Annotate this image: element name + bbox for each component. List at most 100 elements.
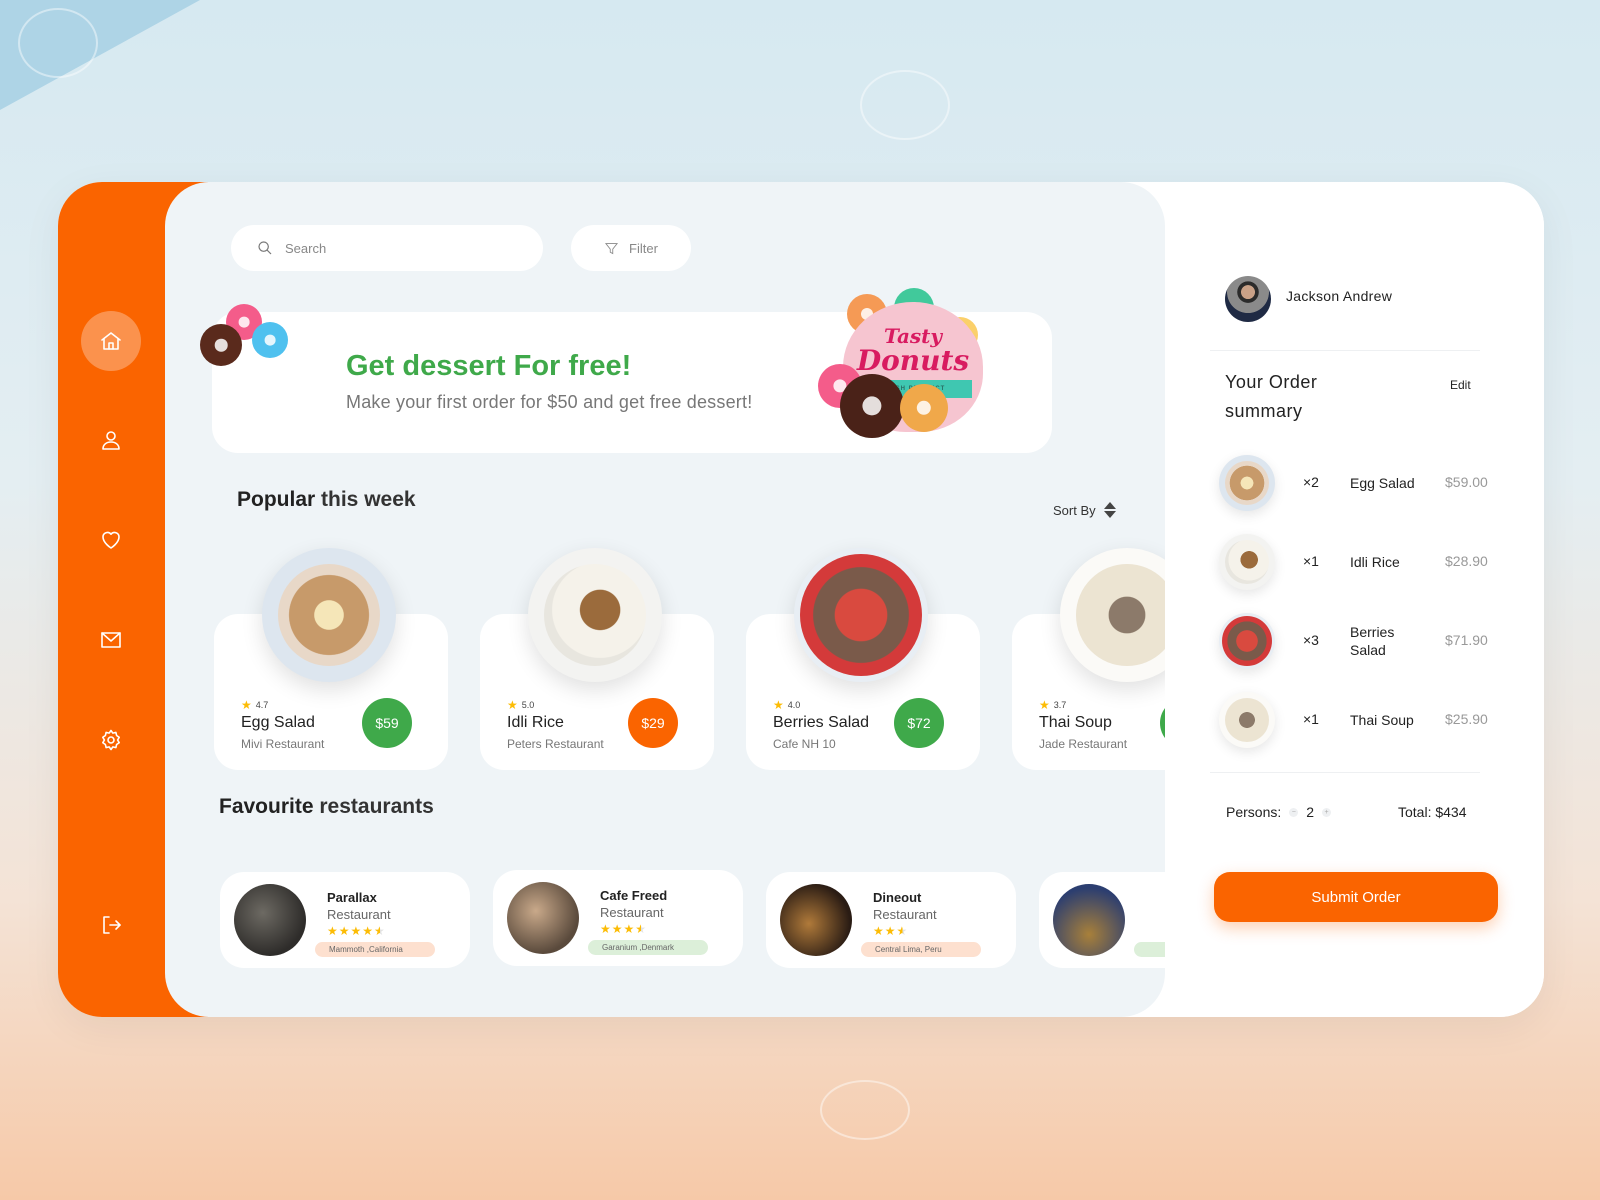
- popular-section-title: Popular this week: [237, 488, 416, 512]
- order-item-price: $25.90: [1445, 711, 1488, 727]
- search-bar[interactable]: [231, 225, 543, 271]
- logout-icon: [103, 916, 121, 934]
- badge-line-2: Donuts: [856, 344, 970, 377]
- background-doodle: [820, 1080, 910, 1140]
- search-input[interactable]: [285, 240, 515, 256]
- order-item: ×1 Idli Rice $28.90: [1219, 534, 1519, 594]
- sort-by-button[interactable]: Sort By: [1053, 502, 1116, 518]
- submit-order-button[interactable]: Submit Order: [1214, 872, 1498, 922]
- order-item: ×2 Egg Salad $59.00: [1219, 455, 1519, 515]
- price-button[interactable]: $72: [894, 698, 944, 748]
- donut-glazed-decoration: [900, 384, 948, 432]
- title-bold: Favourite: [219, 795, 314, 818]
- egg-salad-image: [262, 548, 396, 682]
- order-item-price: $71.90: [1445, 632, 1488, 648]
- restaurant-type: Restaurant: [873, 907, 937, 922]
- star-icon: ★: [241, 698, 252, 712]
- divider: [1210, 350, 1480, 351]
- food-restaurant: Peters Restaurant: [507, 737, 604, 751]
- location-tag: Mammoth ,California: [315, 942, 435, 957]
- sort-icon: [1103, 502, 1116, 518]
- rating: ★ 5.0: [507, 698, 535, 712]
- food-card[interactable]: ★ 4.7 Egg Salad Mivi Restaurant $59: [214, 548, 448, 770]
- sidebar-item-favourites[interactable]: [81, 510, 141, 570]
- price-button[interactable]: $59: [362, 698, 412, 748]
- filter-label: Filter: [629, 240, 658, 256]
- persons-value: 2: [1306, 804, 1315, 820]
- avatar[interactable]: [1225, 276, 1271, 322]
- logout-button[interactable]: [81, 895, 141, 955]
- food-name: Thai Soup: [1039, 714, 1112, 731]
- user-name: Jackson Andrew: [1286, 288, 1393, 304]
- promo-subtitle: Make your first order for $50 and get fr…: [346, 392, 753, 412]
- food-restaurant: Cafe NH 10: [773, 737, 836, 751]
- order-item-qty: ×1: [1303, 711, 1319, 727]
- heart-icon: [102, 531, 120, 549]
- restaurant-type: Restaurant: [327, 907, 391, 922]
- food-name: Idli Rice: [507, 714, 564, 731]
- order-item-name: Thai Soup: [1350, 712, 1414, 728]
- food-name: Berries Salad: [773, 714, 870, 731]
- restaurant-card[interactable]: Cafe Freed Restaurant ★★★★ Garanium ,Den…: [493, 870, 743, 966]
- star-icon: ★: [773, 698, 784, 712]
- order-item-qty: ×3: [1303, 632, 1319, 648]
- edit-order-button[interactable]: Edit: [1450, 378, 1471, 392]
- restaurant-card[interactable]: Parallax Restaurant ★★★★★ Mammoth ,Calif…: [220, 872, 470, 968]
- home-icon: [101, 332, 121, 350]
- restaurant-stars: ★★★: [873, 924, 909, 938]
- food-restaurant: Mivi Restaurant: [241, 737, 325, 751]
- food-name: Egg Salad: [241, 714, 315, 731]
- idli-rice-image: [528, 548, 662, 682]
- restaurant-name: Cafe Freed: [600, 888, 668, 903]
- order-item-image: [1219, 692, 1275, 748]
- sidebar-item-messages[interactable]: [81, 610, 141, 670]
- location-tag: Central Lima, Peru: [861, 942, 981, 957]
- order-item: ×1 Thai Soup $25.90: [1219, 692, 1519, 752]
- star-icon: ★: [1039, 698, 1050, 712]
- promo-title: Get dessert For free!: [346, 350, 632, 382]
- order-item-price: $59.00: [1445, 474, 1488, 490]
- rating: ★ 4.0: [773, 698, 801, 712]
- food-restaurant: Jade Restaurant: [1039, 737, 1128, 751]
- sort-by-label: Sort By: [1053, 502, 1096, 518]
- restaurant-image: [234, 884, 306, 956]
- background-doodle: [860, 70, 950, 140]
- sidebar-item-profile[interactable]: [81, 410, 141, 470]
- filter-button[interactable]: Filter: [571, 225, 691, 271]
- donut-chocolate2-decoration: [840, 374, 904, 438]
- star-icon: ★: [507, 698, 518, 712]
- order-item-name: Berries Salad: [1350, 624, 1395, 658]
- restaurant-stars: ★★★★★: [327, 924, 386, 938]
- mail-icon: [101, 632, 121, 648]
- background-doodle: [18, 8, 98, 78]
- order-title: Your Order summary: [1225, 372, 1318, 421]
- donut-blue-decoration: [252, 322, 288, 358]
- order-item-image: [1219, 534, 1275, 590]
- restaurant-stars: ★★★★: [600, 922, 648, 936]
- price-button[interactable]: $29: [628, 698, 678, 748]
- restaurant-image: [507, 882, 579, 954]
- app-window: Filter Get dessert For free! Make your f…: [58, 182, 1544, 1017]
- increment-persons-button[interactable]: +: [1322, 807, 1332, 817]
- gear-icon: [102, 729, 120, 751]
- order-item-image: [1219, 613, 1275, 669]
- restaurant-name: Dineout: [873, 890, 922, 905]
- filter-icon: [605, 242, 619, 254]
- food-card[interactable]: ★ 4.0 Berries Salad Cafe NH 10 $72: [746, 548, 980, 770]
- sidebar-item-home[interactable]: [81, 311, 141, 371]
- order-item-name: Egg Salad: [1350, 475, 1415, 491]
- food-card[interactable]: ★ 5.0 Idli Rice Peters Restaurant $29: [480, 548, 714, 770]
- promo-banner[interactable]: Get dessert For free! Make your first or…: [200, 288, 1052, 453]
- title-bold: Popular: [237, 488, 316, 511]
- search-icon: [258, 241, 272, 255]
- rating: ★ 3.7: [1039, 698, 1067, 712]
- sidebar-item-settings[interactable]: [81, 710, 141, 770]
- title-rest: restaurants: [313, 795, 434, 818]
- restaurant-card[interactable]: Dineout Restaurant ★★★ Central Lima, Per…: [766, 872, 1016, 968]
- restaurant-name: Parallax: [327, 890, 377, 905]
- divider: [1210, 772, 1480, 773]
- persons-label: Persons:: [1226, 804, 1282, 820]
- berries-salad-image: [794, 548, 928, 682]
- decrement-persons-button[interactable]: −: [1289, 807, 1299, 817]
- main-content: Filter Get dessert For free! Make your f…: [165, 182, 1289, 1017]
